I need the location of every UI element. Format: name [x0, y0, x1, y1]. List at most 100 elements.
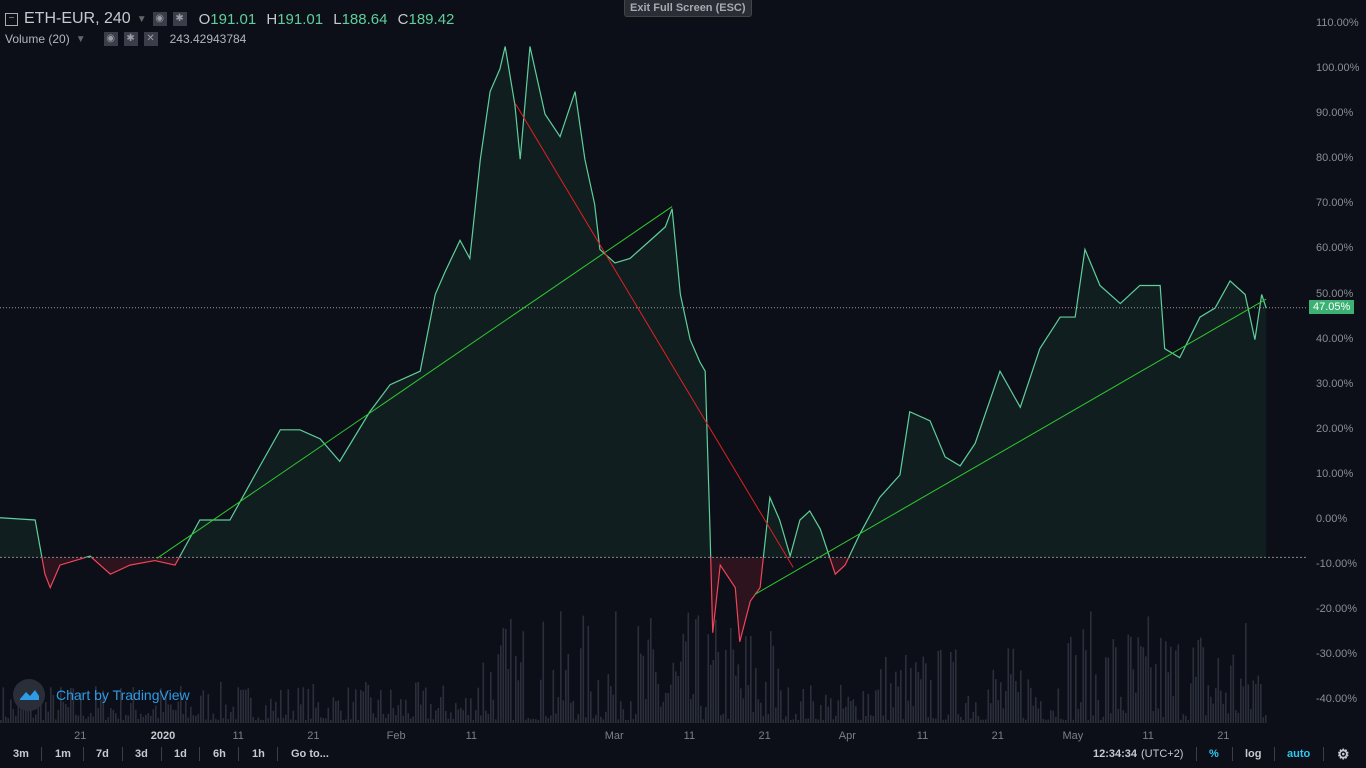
tradingview-link[interactable]: Chart by TradingView [56, 687, 190, 703]
symbol-label[interactable]: ETH-EUR, 240 [24, 10, 131, 28]
volume-bar [322, 718, 325, 723]
volume-bar [827, 706, 830, 723]
volume-bar [1150, 667, 1152, 723]
exit-fullscreen-button[interactable]: Exit Full Screen (ESC) [624, 0, 752, 17]
volume-bar [947, 714, 950, 723]
volume-bar [510, 618, 512, 723]
volume-bar [920, 679, 922, 723]
volume-bar [925, 663, 927, 723]
volume-bar [285, 714, 287, 723]
volume-bar [860, 719, 862, 723]
volume-bar [245, 689, 247, 723]
range-3m[interactable]: 3m [13, 748, 29, 760]
volume-bar [140, 713, 142, 723]
volume-bar [1107, 657, 1110, 723]
volume-bar [597, 680, 600, 723]
x-tick-label: Mar [604, 730, 624, 742]
volume-bar [67, 707, 70, 723]
volume-bar [255, 719, 257, 723]
chevron-down-icon[interactable]: ▼ [76, 34, 86, 45]
volume-bar [880, 669, 882, 723]
volume-bar [317, 702, 320, 723]
volume-bar [845, 706, 847, 723]
volume-bar [770, 631, 772, 723]
range-7d[interactable]: 7d [96, 748, 109, 760]
auto-toggle[interactable]: auto [1287, 748, 1310, 760]
volume-bar [785, 716, 787, 723]
log-toggle[interactable]: log [1245, 748, 1262, 760]
eye-icon[interactable]: ◉ [103, 32, 118, 46]
open-label: O [198, 10, 211, 28]
volume-bar [812, 701, 815, 723]
volume-bar [472, 719, 475, 723]
timezone[interactable]: (UTC+2) [1141, 748, 1183, 760]
volume-bar [455, 703, 457, 723]
gear-icon[interactable]: ⚙ [1337, 746, 1350, 763]
volume-bar [905, 654, 907, 723]
volume-bar [1097, 699, 1100, 723]
volume-bar [580, 648, 582, 723]
volume-bar [862, 691, 865, 723]
range-1m[interactable]: 1m [55, 748, 71, 760]
volume-bar [325, 718, 327, 723]
tradingview-logo[interactable] [13, 679, 45, 711]
volume-bar [957, 714, 960, 723]
volume-bar [190, 706, 192, 723]
price-chart[interactable] [0, 0, 1366, 768]
volume-bar [15, 715, 17, 723]
volume-bar [607, 674, 610, 723]
volume-bar [940, 649, 942, 723]
volume-bar [795, 713, 797, 723]
volume-bar [117, 718, 120, 723]
volume-bar [447, 718, 450, 723]
volume-bar [1015, 681, 1017, 723]
volume-bar [1240, 678, 1242, 723]
gear-icon[interactable]: ✱ [172, 12, 187, 26]
y-tick-label: -30.00% [1316, 648, 1357, 661]
range-6h[interactable]: 6h [213, 748, 226, 760]
eye-icon[interactable]: ◉ [152, 12, 167, 26]
volume-bar [965, 703, 967, 723]
volume-bar [167, 704, 170, 723]
collapse-icon[interactable]: − [5, 12, 18, 26]
volume-bar [427, 718, 430, 723]
volume-bar [1110, 713, 1112, 723]
volume-bar [390, 689, 392, 723]
volume-bar [640, 653, 642, 723]
volume-bar [780, 690, 782, 723]
volume-bar [1260, 684, 1262, 723]
volume-bar [170, 704, 172, 723]
volume-bar [330, 719, 332, 723]
volume-bar [115, 713, 117, 723]
volume-bar [225, 704, 227, 723]
range-1h[interactable]: 1h [252, 748, 265, 760]
volume-bar [930, 680, 932, 723]
volume-bar [912, 706, 915, 723]
volume-bar [252, 717, 255, 723]
close-icon[interactable]: ✕ [143, 32, 158, 46]
range-3d[interactable]: 3d [135, 748, 148, 760]
volume-bar [100, 699, 102, 723]
range-1d[interactable]: 1d [174, 748, 187, 760]
volume-bar [240, 689, 242, 723]
volume-bar [110, 707, 112, 723]
volume-bar [632, 719, 635, 723]
volume-bar [1155, 664, 1157, 723]
volume-bar [405, 699, 407, 723]
volume-bar [605, 711, 607, 723]
percent-toggle[interactable]: % [1209, 748, 1219, 760]
goto-button[interactable]: Go to... [291, 748, 329, 760]
volume-bar [590, 691, 592, 723]
chevron-down-icon[interactable]: ▼ [137, 14, 147, 25]
volume-bar [837, 700, 840, 723]
volume-bar [147, 713, 150, 723]
volume-bar [62, 701, 65, 723]
volume-bar [675, 671, 677, 723]
y-tick-label: 80.00% [1316, 152, 1354, 165]
volume-bar [1002, 708, 1005, 723]
volume-label[interactable]: Volume (20) [5, 32, 70, 46]
gear-icon[interactable]: ✱ [123, 32, 138, 46]
volume-bar [1180, 719, 1182, 723]
volume-bar [205, 719, 207, 723]
clock: 12:34:34 [1093, 748, 1138, 760]
